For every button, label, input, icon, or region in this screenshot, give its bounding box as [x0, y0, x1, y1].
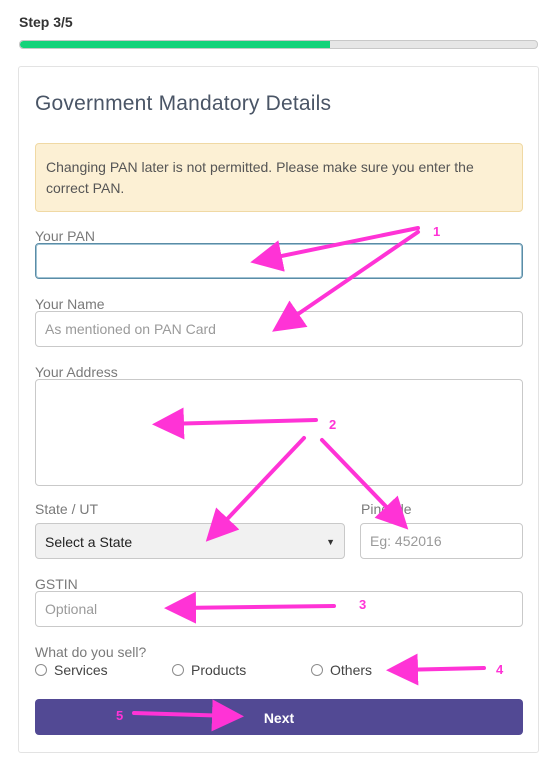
name-input[interactable]: [35, 311, 523, 347]
radio-others[interactable]: Others: [311, 662, 372, 678]
radio-services-label: Services: [54, 662, 108, 678]
annotation-3: 3: [359, 597, 367, 612]
annotation-5: 5: [116, 708, 124, 723]
annotation-2: 2: [329, 417, 337, 432]
step-indicator: Step 3/5: [19, 14, 73, 30]
progress-fill: [20, 41, 331, 48]
radio-circle-icon[interactable]: [311, 664, 323, 676]
pan-warning-alert: Changing PAN later is not permitted. Ple…: [35, 143, 523, 212]
caret-down-icon: ▼: [326, 537, 335, 547]
radio-circle-icon[interactable]: [172, 664, 184, 676]
pan-input[interactable]: [35, 243, 523, 279]
address-textarea[interactable]: [35, 379, 523, 486]
sell-radio-group: Services Products Others: [35, 662, 515, 682]
sell-question: What do you sell?: [35, 644, 147, 660]
annotation-1: 1: [433, 224, 441, 239]
page-title: Government Mandatory Details: [35, 92, 332, 115]
pan-label: Your PAN: [35, 228, 95, 244]
state-select-value: Select a State: [45, 534, 133, 550]
gstin-label: GSTIN: [35, 576, 78, 592]
radio-circle-icon[interactable]: [35, 664, 47, 676]
progress-bar: [19, 40, 538, 49]
pincode-input[interactable]: [360, 523, 523, 559]
state-select[interactable]: Select a State ▼: [35, 523, 345, 559]
radio-others-label: Others: [330, 662, 373, 678]
radio-services[interactable]: Services: [35, 662, 108, 678]
state-label: State / UT: [35, 501, 99, 517]
radio-products[interactable]: Products: [172, 662, 246, 678]
pincode-label: Pincode: [361, 501, 412, 517]
radio-products-label: Products: [191, 662, 247, 678]
address-label: Your Address: [35, 364, 118, 380]
next-button[interactable]: Next: [35, 699, 523, 735]
gstin-input[interactable]: [35, 591, 523, 627]
name-label: Your Name: [35, 296, 105, 312]
annotation-4: 4: [496, 662, 504, 677]
